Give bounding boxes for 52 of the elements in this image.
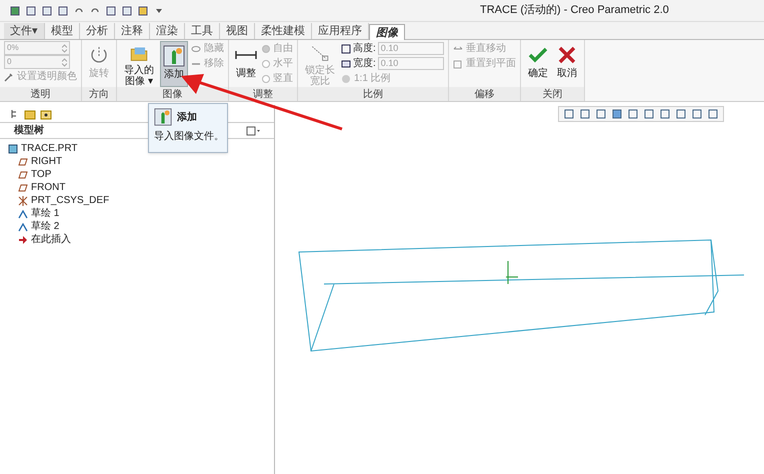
ribbon-tab[interactable]: 图像: [369, 24, 405, 40]
ribbon-button[interactable]: 导入的图像 ▾: [121, 41, 157, 87]
group-label: 关闭: [520, 87, 584, 101]
tree-item[interactable]: 在此插入: [18, 233, 274, 246]
ribbon-tab[interactable]: 注释: [115, 23, 150, 39]
group-label: 调整: [229, 87, 297, 101]
tree-item[interactable]: PRT_CSYS_DEF: [18, 194, 274, 207]
tree-item[interactable]: 草绘 2: [18, 220, 274, 233]
dropper-icon: [4, 72, 14, 82]
width-icon: [341, 58, 351, 68]
picture-icon: [154, 108, 172, 126]
measure-icon: [235, 50, 257, 60]
tree-item[interactable]: 草绘 1: [18, 207, 274, 220]
ribbon-button[interactable]: 取消: [554, 41, 580, 87]
ribbon-button[interactable]: 确定: [524, 41, 551, 87]
ratio-lock-icon: [309, 44, 331, 63]
tooltip-title: 添加: [177, 110, 197, 124]
ribbon-button[interactable]: 添加: [160, 41, 188, 87]
ribbon-tab[interactable]: 模型: [45, 23, 80, 39]
eye-icon: [191, 44, 201, 54]
field-label: 宽度:: [353, 56, 376, 71]
group-label: 图像: [117, 87, 228, 101]
height-icon: [341, 44, 351, 54]
folder-icon[interactable]: [24, 108, 36, 120]
ribbon-button[interactable]: 调整: [233, 41, 259, 87]
app-icon[interactable]: [10, 6, 20, 16]
reset-icon: [452, 58, 463, 68]
list-icon[interactable]: [246, 126, 260, 136]
group-label: 比例: [298, 87, 448, 101]
ribbon-tab[interactable]: 分析: [80, 23, 115, 39]
group-label: 方向: [82, 87, 116, 101]
part-icon: [8, 144, 18, 154]
field-label: 高度:: [353, 42, 376, 56]
tree-item[interactable]: RIGHT: [18, 155, 274, 168]
tooltip-text: 导入图像文件。: [154, 130, 222, 144]
picture-icon: [163, 45, 185, 67]
arrow-icon: [18, 234, 28, 244]
ribbon-tab[interactable]: 视图: [220, 23, 255, 39]
ratio-icon: [341, 74, 351, 84]
group-label: 偏移: [448, 87, 520, 101]
tree-item[interactable]: TRACE.PRT: [8, 142, 274, 155]
ribbon-tab[interactable]: 柔性建模: [255, 23, 312, 39]
group-label: 透明: [0, 87, 81, 101]
folder-icon[interactable]: [138, 6, 148, 16]
window-title: TRACE (活动的) - Creo Parametric 2.0: [480, 3, 669, 18]
panel-title: 模型树: [14, 124, 44, 138]
ribbon-tab[interactable]: 文件▾: [4, 23, 45, 39]
tree-item[interactable]: TOP: [18, 168, 274, 181]
star-folder-icon[interactable]: [40, 108, 52, 120]
tree-item[interactable]: FRONT: [18, 181, 274, 194]
ribbon-tab[interactable]: 工具: [185, 23, 220, 39]
ribbon-tab[interactable]: 渲染: [150, 23, 185, 39]
